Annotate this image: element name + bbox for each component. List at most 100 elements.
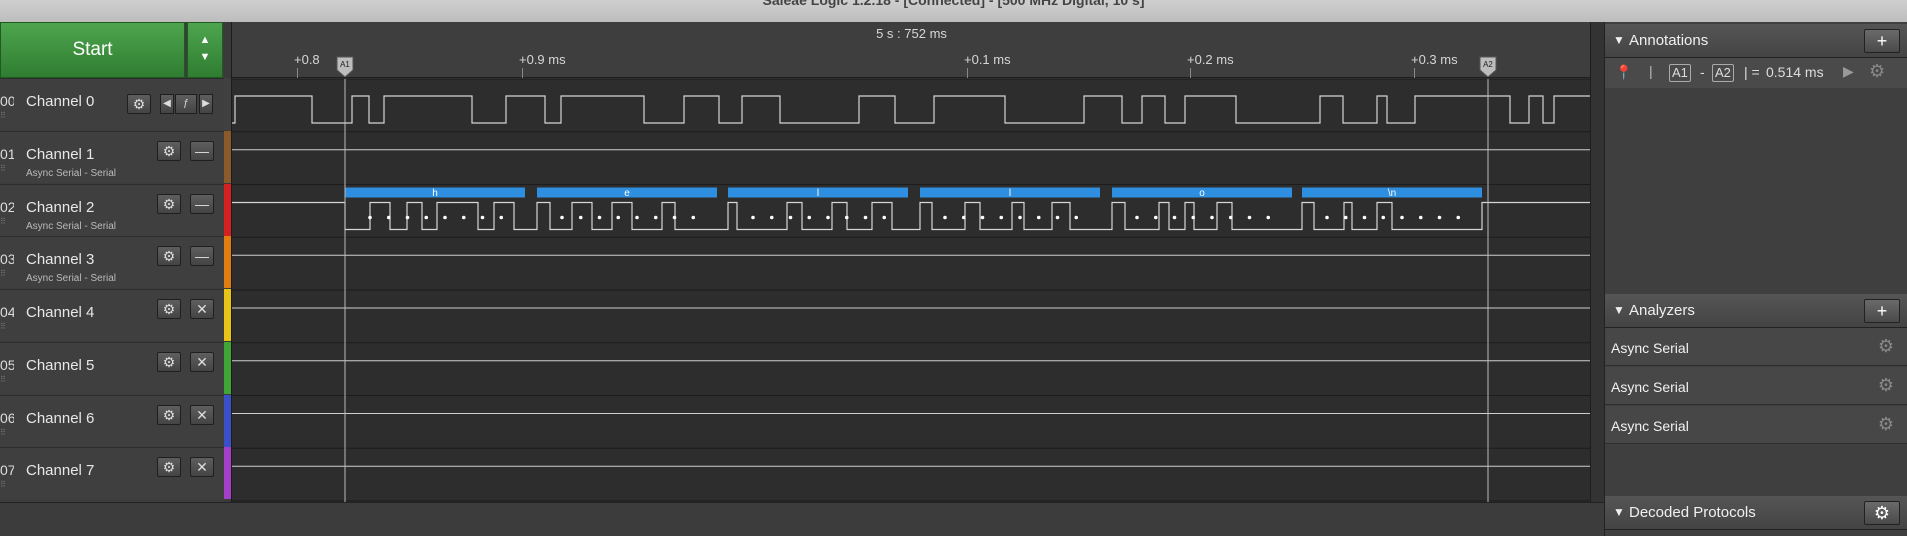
- pin-icon[interactable]: 📍: [1615, 64, 1632, 81]
- decoded-protocols-header[interactable]: ▼ Decoded Protocols ⚙: [1605, 496, 1907, 530]
- time-ruler[interactable]: 5 s : 752 ms +0.8 +0.9 ms +0.1 ms +0.2 ms +0…: [232, 22, 1591, 78]
- channel-name[interactable]: Channel 1: [26, 146, 94, 163]
- channel-row[interactable]: 04 ⠿ Channel 4 ⚙ ✕: [0, 289, 226, 341]
- channel-number: 06: [0, 409, 14, 426]
- channel-name[interactable]: Channel 5: [26, 357, 94, 374]
- timing-marker-a1[interactable]: A1: [336, 56, 354, 78]
- analyzer-item[interactable]: Async Serial ⚙: [1605, 328, 1907, 366]
- decoded-byte-label: l: [817, 188, 819, 199]
- chevron-up-icon: ▲: [199, 34, 211, 46]
- decoded-protocols-title: Decoded Protocols: [1629, 504, 1756, 521]
- add-annotation-button[interactable]: +: [1864, 29, 1900, 53]
- channel-settings-button[interactable]: ⚙: [157, 299, 181, 319]
- annotation-row[interactable]: 📍 | A1 - A2 | = 0.514 ms ▶ ⚙: [1605, 58, 1907, 88]
- time-tick-mark: [1414, 68, 1415, 78]
- svg-text:A2: A2: [1483, 60, 1493, 69]
- analyzer-label: Async Serial: [1611, 379, 1689, 395]
- channel-collapse-button[interactable]: —: [190, 193, 214, 214]
- sample-dot: [961, 215, 966, 220]
- drag-handle-icon[interactable]: ⠿: [0, 480, 14, 489]
- channel-row[interactable]: 01 ⠿ Channel 1 Async Serial - Serial ⚙ —: [0, 130, 226, 183]
- decoded-byte-label: o: [1199, 188, 1205, 199]
- drag-handle-icon[interactable]: ⠿: [0, 269, 14, 278]
- sample-dot: [1400, 215, 1404, 220]
- logic-analyzer-window: Saleae Logic 1.2.18 - [Connected] - [500…: [0, 0, 1907, 536]
- channel-settings-button[interactable]: ⚙: [157, 246, 181, 267]
- channel-row[interactable]: 06 ⠿ Channel 6 ⚙ ✕: [0, 394, 226, 447]
- channel-settings-button[interactable]: ⚙: [157, 457, 181, 478]
- channel-close-button[interactable]: ✕: [190, 404, 214, 425]
- channel-settings-button[interactable]: ⚙: [127, 94, 151, 114]
- annotations-header[interactable]: ▼ Annotations +: [1605, 24, 1907, 58]
- gear-icon[interactable]: ⚙: [1878, 336, 1894, 357]
- trigger-prev-button[interactable]: ◀: [160, 94, 174, 114]
- drag-handle-icon[interactable]: ⠿: [0, 375, 14, 384]
- gear-icon[interactable]: ⚙: [1878, 414, 1894, 435]
- marker-a2-label: A2: [1712, 64, 1734, 82]
- drag-handle-icon[interactable]: ⠿: [0, 164, 14, 173]
- play-icon[interactable]: ▶: [1843, 63, 1854, 80]
- channel-close-button[interactable]: ✕: [190, 457, 214, 478]
- channel-name[interactable]: Channel 2: [26, 199, 94, 216]
- collapse-triangle-icon[interactable]: ▼: [1613, 505, 1625, 519]
- channel-color-strip: [224, 130, 231, 183]
- sample-dot: [672, 215, 677, 220]
- sample-dot: [1437, 215, 1442, 220]
- sample-dot: [443, 215, 447, 220]
- time-ruler-center-label: 5 s : 752 ms: [876, 26, 947, 41]
- gear-icon[interactable]: ⚙: [1878, 375, 1894, 396]
- channel-collapse-button[interactable]: —: [190, 246, 214, 267]
- svg-text:A1: A1: [340, 60, 350, 69]
- collapse-triangle-icon[interactable]: ▼: [1613, 33, 1625, 47]
- channel-settings-button[interactable]: ⚙: [157, 404, 181, 425]
- channel-row[interactable]: 00 ⠿ Channel 0 ⚙ ◀ ƒ ▶: [0, 78, 226, 130]
- channel-name[interactable]: Channel 4: [26, 304, 94, 321]
- channel-name[interactable]: Channel 7: [26, 462, 94, 479]
- sample-dot: [769, 215, 774, 220]
- drag-handle-icon[interactable]: ⠿: [0, 217, 14, 226]
- start-options-button[interactable]: ▲ ▼: [187, 22, 223, 78]
- gear-icon[interactable]: ⚙: [1869, 61, 1885, 82]
- channel-collapse-button[interactable]: —: [190, 140, 214, 161]
- trigger-edge-button[interactable]: ƒ: [175, 94, 197, 114]
- channel-row[interactable]: 07 ⠿ Channel 7 ⚙ ✕: [0, 447, 226, 500]
- channel-name[interactable]: Channel 3: [26, 251, 94, 268]
- sample-dot: [1210, 215, 1214, 220]
- channel-close-button[interactable]: ✕: [190, 351, 214, 372]
- sample-dot: [826, 215, 830, 220]
- decoded-protocols-settings-button[interactable]: ⚙: [1864, 501, 1900, 525]
- sample-dot: [980, 215, 985, 220]
- side-panel: ▼ Annotations + 📍 | A1 - A2 | = 0.514 ms…: [1604, 22, 1907, 536]
- analyzer-item[interactable]: Async Serial ⚙: [1605, 406, 1907, 444]
- sample-dot: [461, 215, 466, 220]
- channel-name[interactable]: Channel 0: [26, 93, 94, 110]
- channel-color-strip: [224, 394, 231, 447]
- add-analyzer-button[interactable]: +: [1864, 299, 1900, 323]
- trigger-next-button[interactable]: ▶: [199, 94, 213, 114]
- channel-close-button[interactable]: ✕: [190, 299, 214, 319]
- channel-settings-button[interactable]: ⚙: [157, 351, 181, 372]
- channel-0-signal: [232, 95, 1591, 124]
- analyzers-header[interactable]: ▼ Analyzers +: [1605, 294, 1907, 328]
- marker-a1-label: A1: [1669, 64, 1691, 82]
- decoded-byte-label: \n: [1388, 188, 1396, 199]
- waveform-canvas[interactable]: h e l l o \n: [232, 79, 1591, 502]
- channel-settings-button[interactable]: ⚙: [157, 193, 181, 214]
- channel-row[interactable]: 03 ⠿ Channel 3 Async Serial - Serial ⚙ —: [0, 236, 226, 289]
- analyzer-item[interactable]: Async Serial ⚙: [1605, 367, 1907, 405]
- sample-dot: [882, 215, 887, 220]
- time-tick-label: +0.2 ms: [1187, 52, 1234, 67]
- channel-row[interactable]: 02 ⠿ Channel 2 Async Serial - Serial ⚙ —: [0, 183, 226, 236]
- collapse-triangle-icon[interactable]: ▼: [1613, 303, 1625, 317]
- timing-marker-a2[interactable]: A2: [1479, 56, 1497, 78]
- drag-handle-icon[interactable]: ⠿: [0, 111, 14, 120]
- channel-name[interactable]: Channel 6: [26, 410, 94, 427]
- start-button[interactable]: Start: [0, 22, 185, 78]
- sample-dot: [863, 215, 868, 220]
- drag-handle-icon[interactable]: ⠿: [0, 428, 14, 437]
- channel-row[interactable]: 05 ⠿ Channel 5 ⚙ ✕: [0, 341, 226, 394]
- channel-settings-button[interactable]: ⚙: [157, 140, 181, 161]
- waveform-scrollbar[interactable]: [1590, 22, 1604, 502]
- waveform-area[interactable]: 5 s : 752 ms +0.8 +0.9 ms +0.1 ms +0.2 ms +0…: [231, 22, 1591, 502]
- drag-handle-icon[interactable]: ⠿: [0, 322, 14, 331]
